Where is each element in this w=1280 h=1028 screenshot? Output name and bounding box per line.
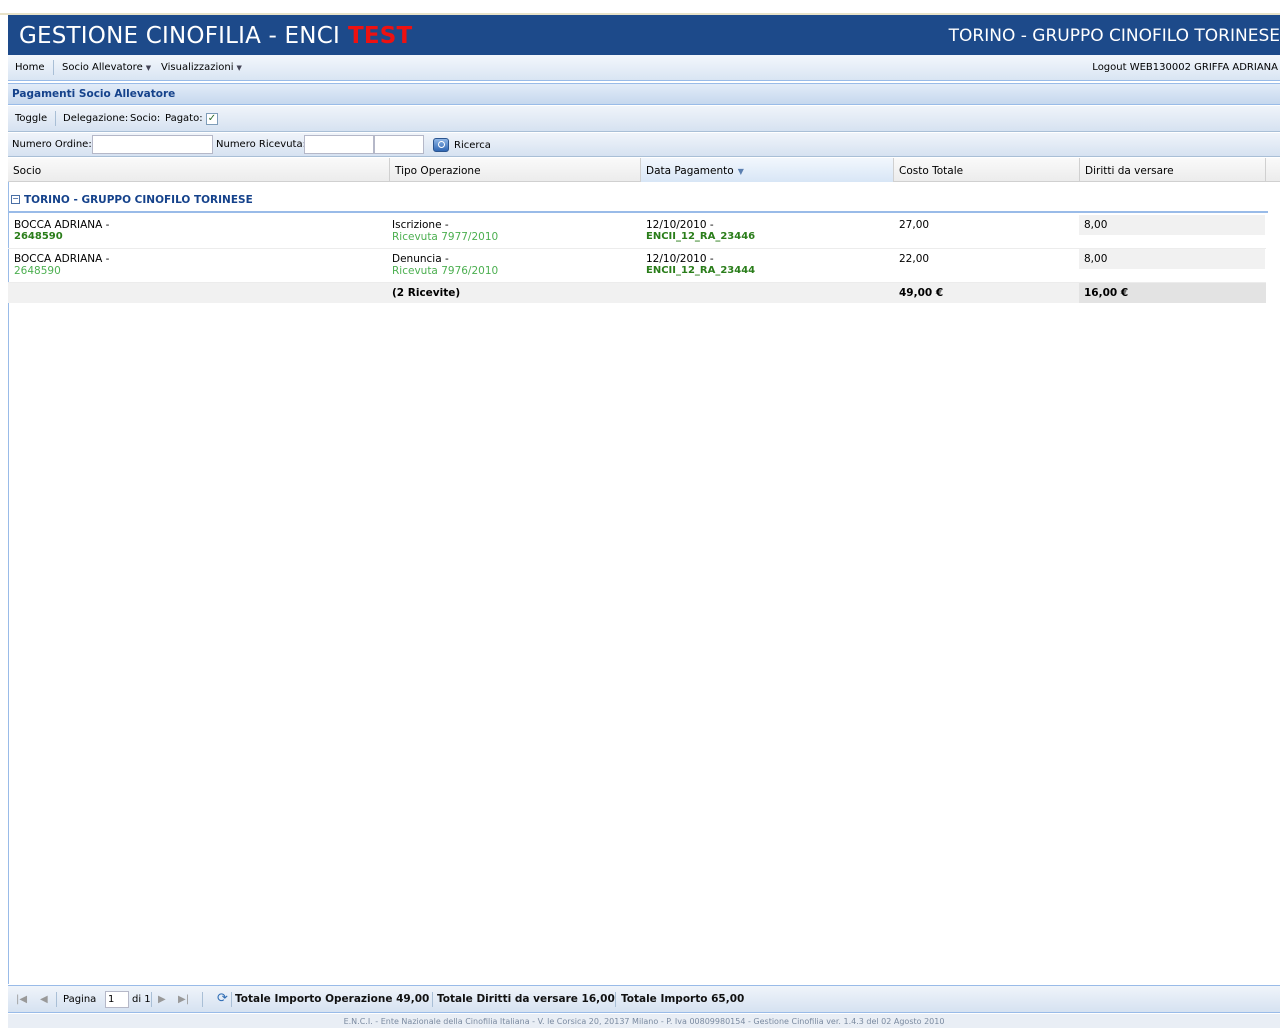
column-header-diritti-da-versare[interactable]: Diritti da versare [1080,158,1266,182]
cell-data-pagamento: 12/10/2010 - ENCII_12_RA_23444 [646,253,755,277]
total-rights: Totale Diritti da versare 16,00 [437,993,615,1005]
search-button-label: Ricerca [454,139,491,151]
column-header-tipo-operazione[interactable]: Tipo Operazione [390,158,641,182]
paging-separator [231,992,232,1007]
table-row[interactable]: BOCCA ADRIANA - 2648590 Denuncia - Ricev… [8,249,1266,283]
order-code: ENCII_12_RA_23446 [646,231,756,242]
total-rights-value: 16,00 [581,993,615,1005]
chevron-down-icon: ▼ [145,64,152,72]
cell-tipo-operazione: Iscrizione - Ricevuta 7977/2010 [392,219,498,243]
paging-separator [615,992,616,1007]
search-toolbar: Numero Ordine: Numero Ricevuta: Ricerca [8,133,1280,157]
socio-label: Socio: [130,113,161,124]
summary-row: (2 Ricevite) 49,00 € 16,00 € [8,283,1266,303]
refresh-icon[interactable]: ⟳ [215,992,230,1007]
total-rights-label: Totale Diritti da versare [437,993,578,1005]
logout-link[interactable]: Logout WEB130002 GRIFFA ADRIANA [1092,62,1278,73]
menu-home[interactable]: Home [15,62,45,73]
first-page-icon[interactable]: |◀ [16,994,27,1005]
paging-separator [432,992,433,1007]
total-amount-label: Totale Importo [621,993,708,1005]
page-label: Pagina [63,994,97,1005]
search-icon [433,138,449,152]
cell-costo-totale: 22,00 [899,253,930,265]
socio-code: 2648590 [14,265,61,277]
sort-desc-icon: ▼ [737,167,744,176]
next-page-icon[interactable]: ▶ [158,994,166,1005]
receipt-link[interactable]: Ricevuta 7976/2010 [392,265,498,277]
paging-toolbar: |◀ ◀ Pagina di 1 ▶ ▶| ⟳ Totale Importo O… [8,985,1280,1013]
grid-header: Socio Tipo Operazione Data Pagamento ▼ Co… [8,158,1280,182]
delegazione-label: Delegazione: [63,113,129,124]
menu-separator [53,60,54,75]
numero-ordine-input[interactable] [92,135,213,154]
order-code: ENCII_12_RA_23444 [646,265,756,276]
paging-separator [56,992,57,1007]
summary-rights: 16,00 € [1079,283,1266,303]
toolbar-separator [55,111,56,126]
search-button[interactable]: Ricerca [433,136,491,154]
menu-visualizzazioni-label: Visualizzazioni [161,62,234,73]
cell-costo-totale: 27,00 [899,219,930,231]
panel-title-bar: Pagamenti Socio Allevatore [8,83,1280,105]
prev-page-icon[interactable]: ◀ [40,994,48,1005]
column-header-costo-totale[interactable]: Costo Totale [894,158,1080,182]
group-header-row[interactable]: − TORINO - GRUPPO CINOFILO TORINESE [8,190,1268,213]
cell-tipo-operazione: Denuncia - Ricevuta 7976/2010 [392,253,498,277]
app-title: GESTIONE CINOFILIA - ENCI TEST [19,23,412,49]
socio-name: BOCCA ADRIANA - [14,219,110,231]
menu-bar: Home Socio Allevatore ▼ Visualizzazioni ▼ … [8,55,1280,81]
page-count: di 1 [132,994,151,1005]
total-operation: Totale Importo Operazione 49,00 [235,993,429,1005]
app-header: GESTIONE CINOFILIA - ENCI TEST TORINO - G… [8,15,1280,55]
cell-diritti: 8,00 [1079,215,1265,235]
operation-type: Iscrizione - [392,219,449,231]
pagato-checkbox[interactable]: ✓ [206,113,218,125]
numero-ordine-label: Numero Ordine: [12,139,92,150]
toggle-button[interactable]: Toggle [15,113,47,124]
numero-ricevuta-input[interactable] [304,135,374,154]
total-operation-label: Totale Importo Operazione [235,993,393,1005]
last-page-icon[interactable]: ▶| [178,994,189,1005]
top-strip [0,0,1280,15]
cell-diritti: 8,00 [1079,249,1265,269]
menu-socio-allevatore[interactable]: Socio Allevatore ▼ [62,62,151,73]
receipt-link[interactable]: Ricevuta 7977/2010 [392,231,498,243]
socio-code: 2648590 [14,231,63,242]
footer: E.N.C.I. - Ente Nazionale della Cinofili… [8,1014,1280,1028]
total-amount: Totale Importo 65,00 [621,993,744,1005]
cell-data-pagamento: 12/10/2010 - ENCII_12_RA_23446 [646,219,755,243]
table-row[interactable]: BOCCA ADRIANA - 2648590 Iscrizione - Ric… [8,215,1266,249]
chevron-down-icon: ▼ [236,64,242,72]
menu-visualizzazioni[interactable]: Visualizzazioni ▼ [161,62,242,73]
column-header-data-pagamento[interactable]: Data Pagamento ▼ [641,158,894,182]
payment-date: 12/10/2010 - [646,219,714,231]
total-amount-value: 65,00 [711,993,745,1005]
menu-socio-label: Socio Allevatore [62,62,143,73]
payment-date: 12/10/2010 - [646,253,714,265]
numero-ricevuta-label: Numero Ricevuta: [216,139,306,150]
cell-socio: BOCCA ADRIANA - 2648590 [14,219,109,243]
app-title-text: GESTIONE CINOFILIA - ENCI [19,23,340,49]
summary-cost: 49,00 € [899,287,944,299]
org-title: TORINO - GRUPPO CINOFILO TORINESE [948,26,1280,46]
panel-title: Pagamenti Socio Allevatore [12,88,176,100]
anno-ricevuta-input[interactable] [374,135,424,154]
paging-separator [202,992,203,1007]
page-input[interactable] [105,991,129,1008]
socio-name: BOCCA ADRIANA - [14,253,110,265]
summary-count: (2 Ricevite) [392,287,461,299]
paging-separator [151,992,152,1007]
column-header-data-pagamento-label: Data Pagamento [646,165,734,177]
pagato-label: Pagato: [165,113,203,124]
group-label: TORINO - GRUPPO CINOFILO TORINESE [24,194,253,206]
filter-toolbar: Toggle Delegazione: Socio: Pagato: ✓ [8,106,1280,132]
collapse-group-icon[interactable]: − [11,195,20,204]
operation-type: Denuncia - [392,253,449,265]
cell-socio: BOCCA ADRIANA - 2648590 [14,253,109,277]
column-header-socio[interactable]: Socio [8,158,390,182]
env-badge: TEST [347,23,413,49]
total-operation-value: 49,00 [396,993,430,1005]
